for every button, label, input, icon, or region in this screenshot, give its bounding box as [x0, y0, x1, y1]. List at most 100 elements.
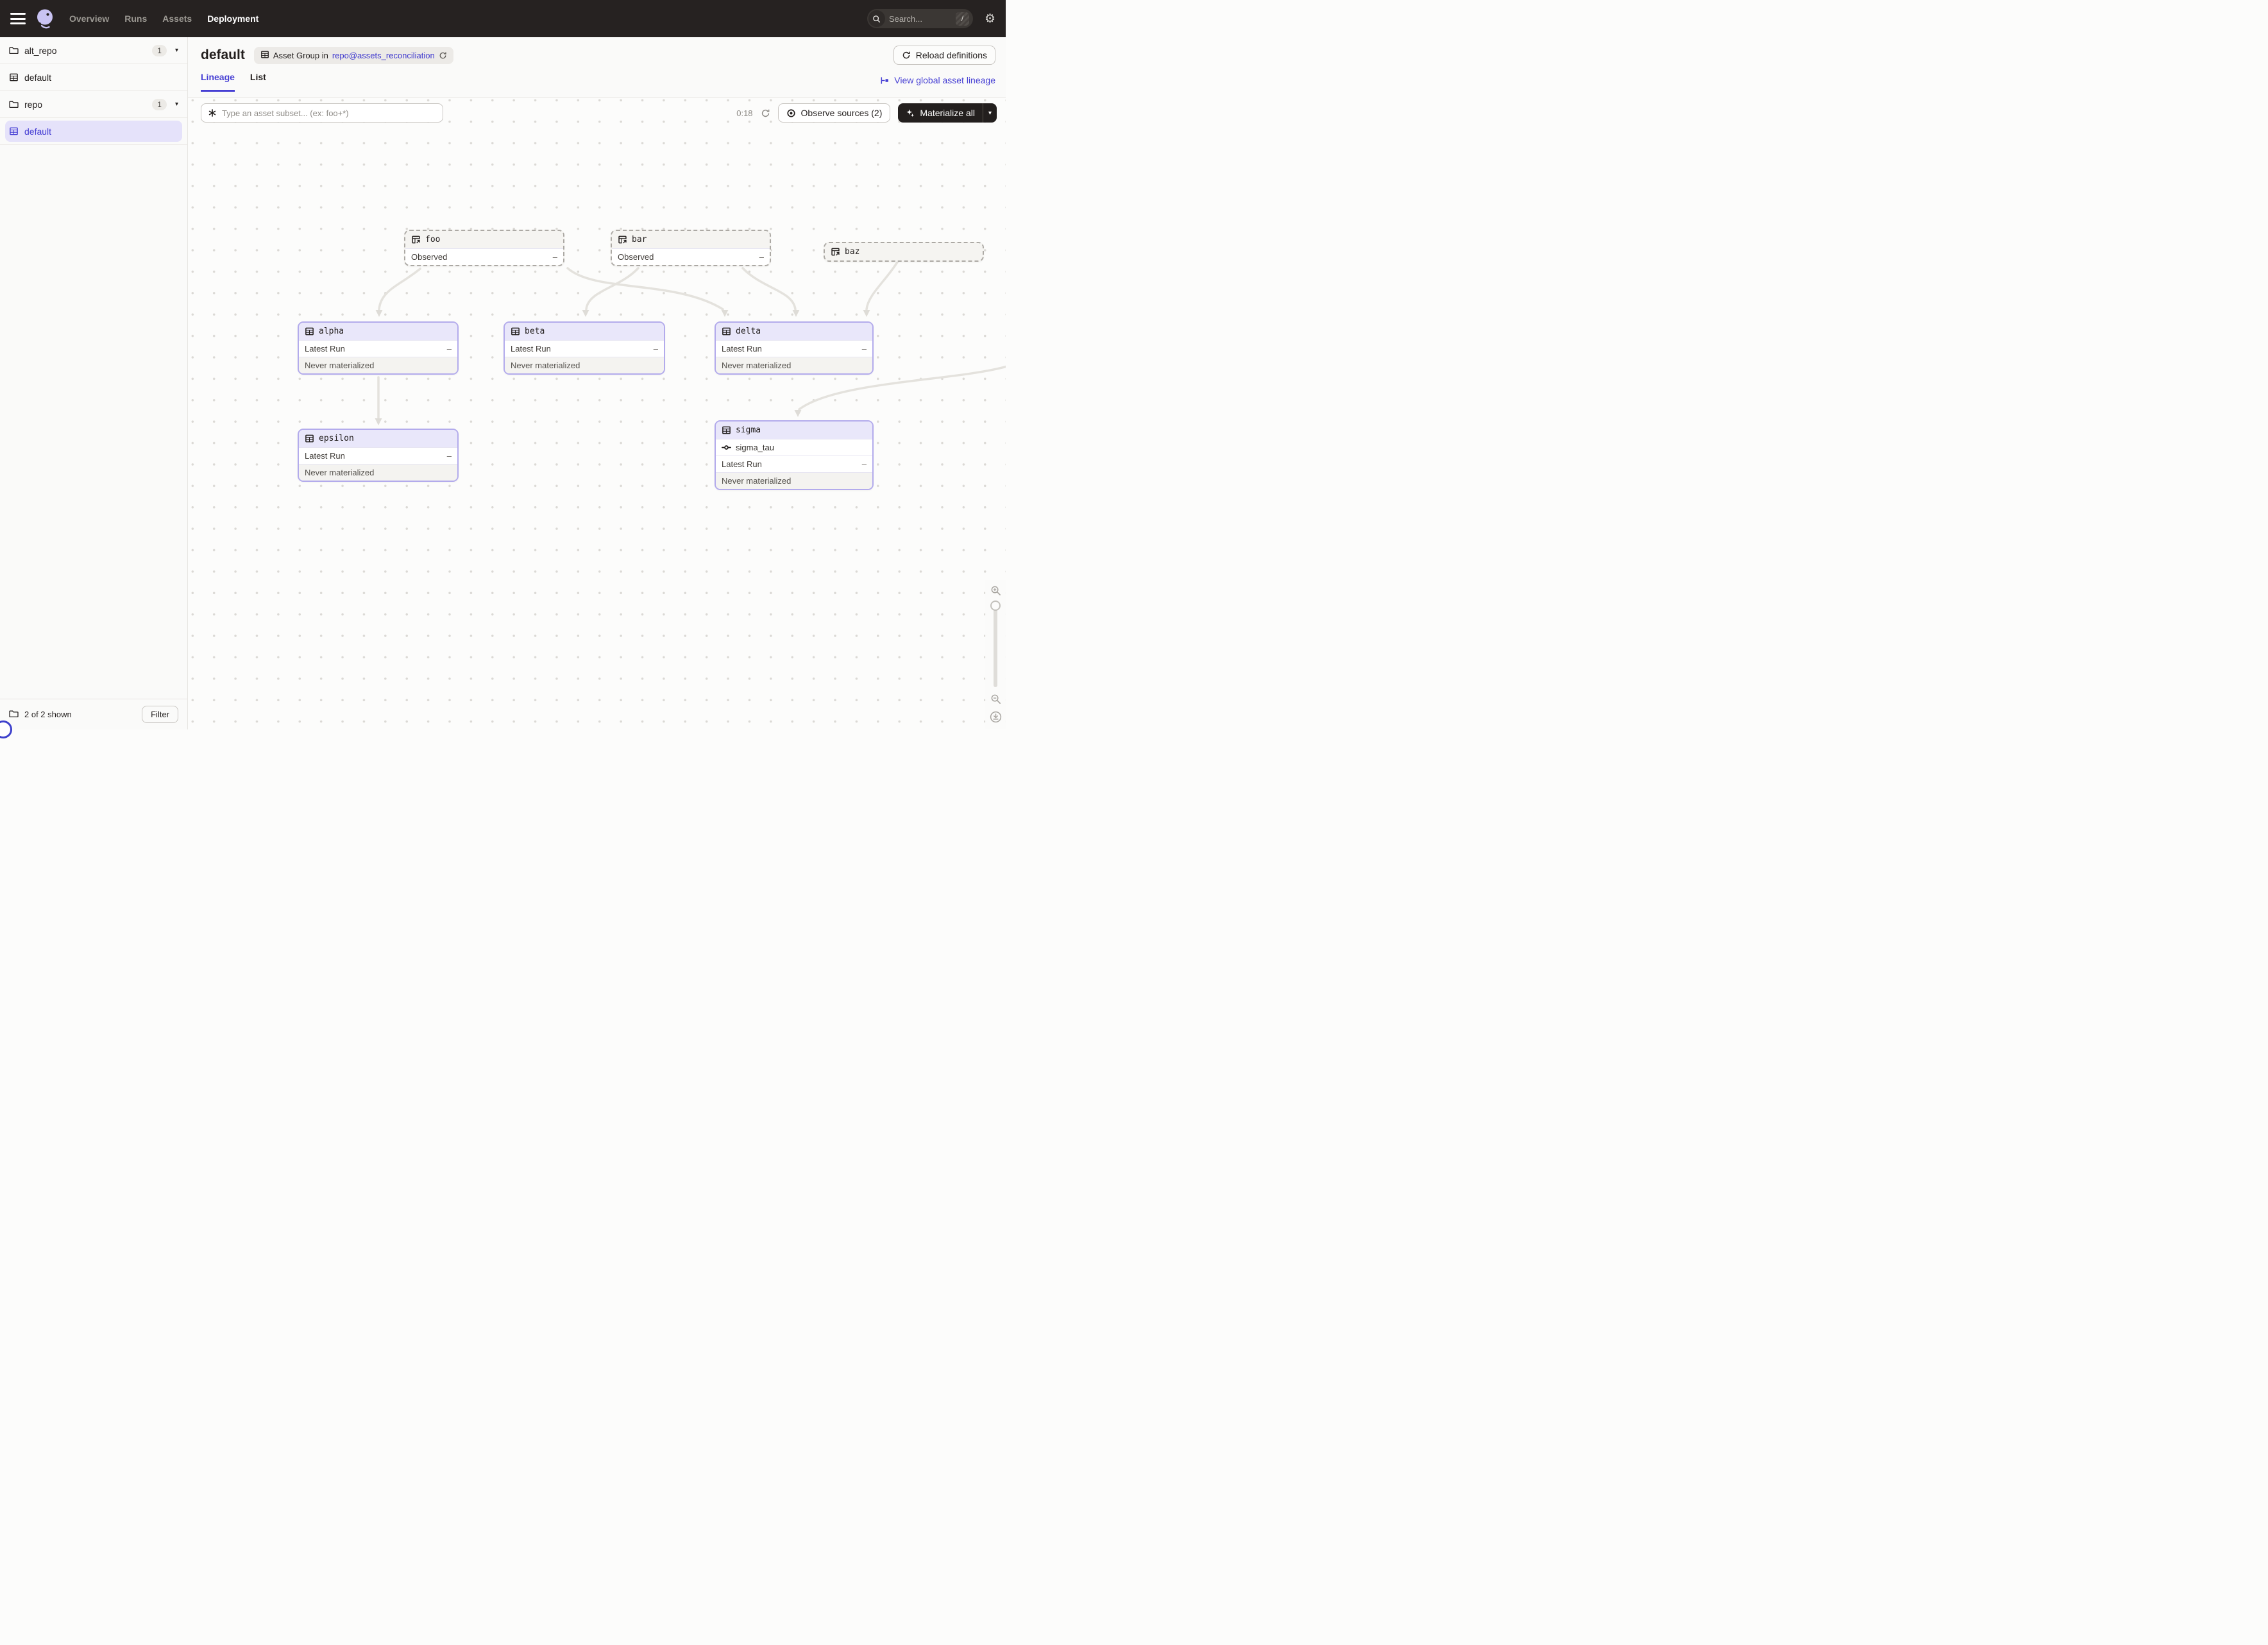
- row-label: Never materialized: [511, 361, 580, 370]
- job-icon: [9, 72, 19, 82]
- asset-name: epsilon: [319, 434, 354, 443]
- asset-node-beta[interactable]: betaLatest Run–Never materialized: [504, 321, 665, 375]
- row-value: –: [654, 344, 658, 354]
- latest-run-row: Latest Run –: [716, 456, 872, 472]
- dagster-logo-icon[interactable]: [35, 8, 56, 30]
- sidebar-items: alt_repo 1 ▾ default repo 1 ▾ default: [0, 37, 187, 145]
- materialize-all-button[interactable]: Materialize all ▾: [898, 103, 997, 123]
- asset-check-row: sigma_tau: [716, 439, 872, 456]
- zoom-out-icon[interactable]: [990, 694, 1001, 704]
- fit-to-view-icon[interactable]: [990, 711, 1002, 723]
- sidebar-item-repo[interactable]: repo 1 ▾: [0, 91, 187, 118]
- lineage-graph-canvas[interactable]: fooObserved–barObserved–bazalphaLatest R…: [188, 98, 1006, 729]
- sidebar-item-default-selected[interactable]: default: [0, 118, 187, 145]
- zoom-in-icon[interactable]: [990, 585, 1001, 596]
- asset-subset-input[interactable]: [222, 108, 436, 118]
- global-search[interactable]: /: [867, 9, 973, 28]
- help-bubble[interactable]: [0, 720, 12, 738]
- asset-subset-filter[interactable]: [201, 103, 443, 123]
- settings-gear-icon[interactable]: ⚙: [985, 12, 995, 26]
- edge-bar-to-delta: [743, 268, 800, 317]
- asset-name: bar: [632, 235, 647, 244]
- materialization-status-row: Never materialized: [716, 472, 872, 489]
- asset-group-icon: [260, 50, 269, 61]
- edge-bar-to-beta: [582, 268, 639, 317]
- asset-table-icon: [722, 327, 731, 336]
- lineage-edges: [188, 98, 1006, 729]
- hamburger-menu-icon[interactable]: [10, 13, 26, 24]
- nav-item-assets[interactable]: Assets: [162, 13, 192, 24]
- row-value: –: [862, 459, 867, 469]
- row-value: –: [862, 344, 867, 354]
- sidebar-item-label: default: [24, 72, 51, 83]
- asset-node-sigma[interactable]: sigma sigma_tau Latest Run – Never materiali…: [715, 420, 874, 490]
- sidebar-item-label: repo: [24, 99, 42, 110]
- zoom-slider-knob[interactable]: [990, 601, 1001, 611]
- zoom-slider[interactable]: [994, 602, 997, 687]
- refresh-location-icon[interactable]: [439, 51, 447, 60]
- source-asset-icon: [618, 235, 627, 244]
- view-global-lineage-link[interactable]: View global asset lineage: [880, 75, 995, 92]
- row-label: Latest Run: [305, 344, 345, 354]
- row-label: Never materialized: [722, 476, 791, 486]
- latest-run-row: Latest Run–: [299, 447, 457, 464]
- asset-group-header: default Asset Group in repo@assets_recon…: [188, 37, 1006, 98]
- asset-count-badge: 1: [152, 99, 167, 110]
- sidebar-item-label: default: [24, 126, 51, 137]
- edge-foo-to-delta: [568, 268, 729, 317]
- folder-icon: [9, 46, 19, 55]
- row-label: Latest Run: [722, 459, 762, 469]
- materialization-status-row: Never materialized: [716, 357, 872, 373]
- row-label: Observed: [411, 252, 447, 262]
- sidebar-item-default[interactable]: default: [0, 64, 187, 91]
- tabs: Lineage List View global asset lineage: [188, 65, 1006, 92]
- observe-eye-icon: [786, 108, 796, 118]
- asset-table-icon: [722, 425, 731, 435]
- row-label: Never materialized: [305, 361, 374, 370]
- row-label: sigma_tau: [736, 443, 774, 452]
- edge-alpha-to-epsilon: [375, 377, 382, 425]
- nav-item-deployment[interactable]: Deployment: [207, 13, 258, 24]
- latest-run-row: Observed–: [612, 248, 770, 265]
- tab-lineage[interactable]: Lineage: [201, 72, 235, 92]
- nav-item-runs[interactable]: Runs: [124, 13, 147, 24]
- asset-name: beta: [525, 327, 545, 336]
- asset-count-badge: 1: [152, 45, 167, 56]
- search-input[interactable]: [885, 14, 956, 24]
- asset-node-foo[interactable]: fooObserved–: [404, 230, 564, 266]
- top-nav: Overview Runs Assets Deployment / ⚙: [0, 0, 1006, 37]
- materialization-status-row: Never materialized: [299, 357, 457, 373]
- graph-toolbar: 0:18 Observe sources (2) Materializ: [188, 98, 1006, 128]
- shown-count-label: 2 of 2 shown: [24, 710, 72, 719]
- chevron-down-icon[interactable]: ▾: [175, 101, 178, 108]
- folder-icon: [9, 99, 19, 109]
- asset-name: foo: [425, 235, 440, 244]
- asset-node-bar[interactable]: bar Observed–: [611, 230, 771, 266]
- observe-sources-label: Observe sources (2): [801, 108, 883, 118]
- chevron-down-icon[interactable]: ▾: [175, 47, 178, 54]
- reload-icon: [902, 51, 911, 60]
- refresh-graph-icon[interactable]: [761, 108, 770, 118]
- asset-node-epsilon[interactable]: epsilonLatest Run–Never materialized: [298, 429, 459, 482]
- materialize-dropdown-caret[interactable]: ▾: [983, 103, 997, 123]
- nav-item-overview[interactable]: Overview: [69, 13, 109, 24]
- asset-group-prefix: Asset Group in: [273, 51, 328, 60]
- asset-node-alpha[interactable]: alphaLatest Run–Never materialized: [298, 321, 459, 375]
- asset-name: sigma: [736, 425, 761, 435]
- sidebar-item-alt_repo[interactable]: alt_repo 1 ▾: [0, 37, 187, 64]
- asset-node-baz[interactable]: baz: [824, 242, 984, 262]
- observe-sources-button[interactable]: Observe sources (2): [778, 103, 891, 123]
- asset-node-delta[interactable]: deltaLatest Run–Never materialized: [715, 321, 874, 375]
- sidebar-item-label: alt_repo: [24, 46, 57, 56]
- asset-check-icon: [722, 443, 731, 452]
- source-asset-icon: [831, 247, 840, 257]
- tab-list[interactable]: List: [250, 72, 266, 92]
- filter-button[interactable]: Filter: [142, 706, 178, 723]
- source-asset-icon: [411, 235, 421, 244]
- reload-definitions-button[interactable]: Reload definitions: [893, 46, 995, 65]
- repo-location-link[interactable]: repo@assets_reconciliation: [332, 51, 435, 60]
- asset-group-tag: Asset Group in repo@assets_reconciliatio…: [254, 47, 453, 64]
- row-value: –: [447, 451, 452, 461]
- nav-items: Overview Runs Assets Deployment: [69, 13, 258, 24]
- materialize-all-label: Materialize all: [920, 108, 975, 118]
